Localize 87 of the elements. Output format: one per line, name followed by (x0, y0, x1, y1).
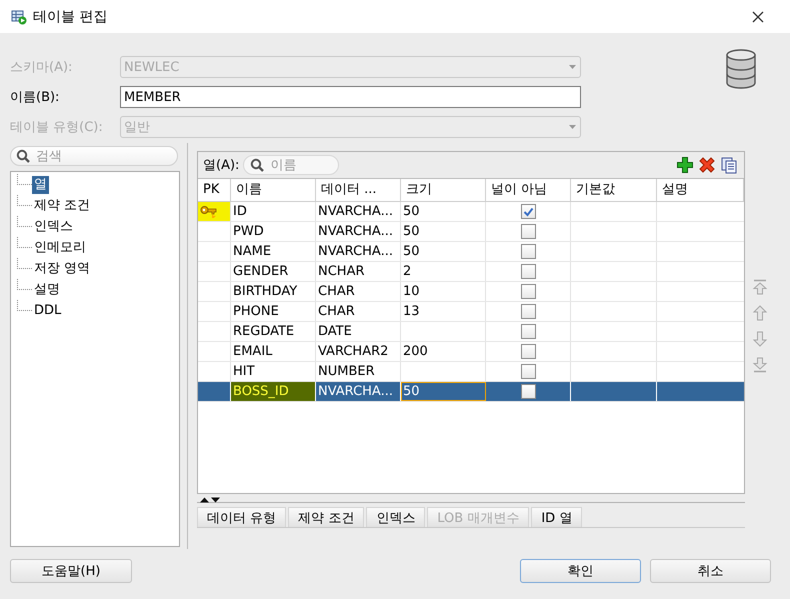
checkbox[interactable] (520, 304, 536, 319)
tab[interactable]: ID 열 (531, 507, 582, 527)
tree-item[interactable]: 인메모리 (32, 238, 88, 256)
columns-label: 열(A): (203, 157, 240, 174)
table-row[interactable]: NAME NVARCHA... 50 (198, 242, 744, 262)
table-cell: PHONE (231, 302, 316, 321)
table-row[interactable]: GENDER NCHAR 2 (198, 262, 744, 282)
column-header[interactable]: 이름 (231, 179, 316, 201)
tree-item[interactable]: DDL (32, 302, 64, 320)
delete-icon[interactable] (698, 156, 716, 174)
field-label: 스키마(A): (10, 59, 74, 76)
table-cell: NUMBER (316, 362, 401, 381)
table-cell: NVARCHA... (316, 222, 401, 241)
table-row[interactable]: PWD NVARCHA... 50 (198, 222, 744, 242)
table-cell: HIT (231, 362, 316, 381)
splitter-arrows-icon[interactable] (199, 497, 221, 503)
close-icon[interactable] (752, 10, 764, 22)
table-cell: PWD (231, 222, 316, 241)
tree-item[interactable]: 저장 영역 (32, 260, 92, 278)
table-cell: 50 (401, 222, 486, 241)
checkbox[interactable] (520, 224, 536, 239)
table-icon (11, 8, 27, 24)
column-header[interactable]: 데이터 ... (316, 179, 401, 201)
checkbox[interactable] (520, 364, 536, 379)
column-header[interactable]: PK (198, 179, 231, 201)
checkbox[interactable] (520, 324, 536, 339)
column-header[interactable]: 크기 (401, 179, 486, 201)
table-cell: BOSS_ID (231, 382, 316, 401)
table-cell: VARCHAR2 (316, 342, 401, 361)
checkbox[interactable] (520, 204, 536, 219)
table-cell: 50 (401, 382, 486, 401)
checkbox[interactable] (520, 344, 536, 359)
add-icon[interactable] (676, 156, 694, 174)
table-cell: CHAR (316, 302, 401, 321)
window-title: 테이블 편집 (33, 8, 108, 26)
table-cell: EMAIL (231, 342, 316, 361)
database-icon (725, 49, 757, 89)
tab[interactable]: 제약 조건 (288, 507, 364, 527)
table-cell: 2 (401, 262, 486, 281)
table-row[interactable]: ID NVARCHA... 50 (198, 202, 744, 222)
move-bottom-icon[interactable] (752, 357, 768, 373)
table-cell: BIRTHDAY (231, 282, 316, 301)
table-cell: NVARCHA... (316, 382, 401, 401)
table-cell: 200 (401, 342, 486, 361)
table-row[interactable]: BOSS_ID NVARCHA... 50 (198, 382, 744, 402)
table-cell: NVARCHA... (316, 202, 401, 221)
move-top-icon[interactable] (752, 279, 768, 295)
table-cell: NVARCHA... (316, 242, 401, 261)
table-cell: ID (231, 202, 316, 221)
table-row[interactable]: PHONE CHAR 13 (198, 302, 744, 322)
checkbox[interactable] (520, 244, 536, 259)
cancel-button[interactable]: 취소 (650, 559, 771, 583)
move-up-icon[interactable] (752, 305, 768, 321)
text-field[interactable]: MEMBER (120, 86, 581, 108)
table-row[interactable]: BIRTHDAY CHAR 10 (198, 282, 744, 302)
search-icon (250, 158, 264, 172)
table-row[interactable]: REGDATE DATE (198, 322, 744, 342)
table-cell: 50 (401, 242, 486, 261)
move-down-icon[interactable] (752, 331, 768, 347)
tree-item[interactable]: 인덱스 (32, 218, 75, 236)
checkbox[interactable] (520, 384, 536, 399)
checkbox[interactable] (520, 284, 536, 299)
table-cell: REGDATE (231, 322, 316, 341)
table-row[interactable]: EMAIL VARCHAR2 200 (198, 342, 744, 362)
table-cell: 13 (401, 302, 486, 321)
copy-icon[interactable] (720, 156, 738, 174)
table-cell: GENDER (231, 262, 316, 281)
search-icon (16, 149, 30, 163)
help-button[interactable]: 도움말(H) (10, 559, 132, 583)
tree-item[interactable]: 설명 (32, 280, 62, 298)
field-label: 테이블 유형(C): (10, 119, 104, 136)
column-header[interactable]: 널이 아님 (486, 179, 571, 201)
column-header[interactable]: 설명 (657, 179, 744, 201)
table-cell: NCHAR (316, 262, 401, 281)
table-cell: CHAR (316, 282, 401, 301)
checkbox[interactable] (520, 264, 536, 279)
field-label: 이름(B): (10, 89, 60, 106)
tree-item[interactable]: 열 (32, 176, 49, 194)
tree-item[interactable]: 제약 조건 (32, 196, 92, 214)
table-cell: 10 (401, 282, 486, 301)
tab[interactable]: 데이터 유형 (197, 507, 286, 527)
ok-button[interactable]: 확인 (520, 559, 641, 583)
table-cell: DATE (316, 322, 401, 341)
table-cell: 50 (401, 202, 486, 221)
table-cell: NAME (231, 242, 316, 261)
column-header[interactable]: 기본값 (571, 179, 657, 201)
tab[interactable]: 인덱스 (366, 507, 426, 527)
